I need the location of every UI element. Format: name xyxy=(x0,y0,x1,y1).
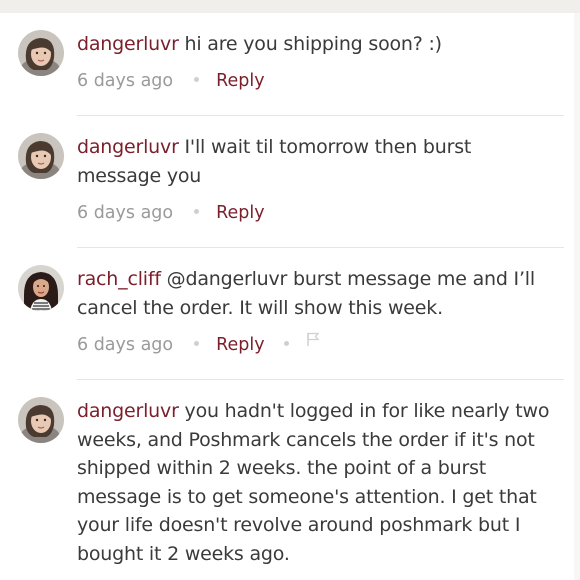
comment-username[interactable]: dangerluvr xyxy=(77,400,179,422)
avatar-photo xyxy=(18,265,64,311)
comment-text: rach_cliff @dangerluvr burst message me … xyxy=(77,265,557,322)
reply-link[interactable]: Reply xyxy=(216,335,264,355)
user-avatar[interactable] xyxy=(18,30,64,76)
divider xyxy=(77,379,564,380)
flag-icon[interactable] xyxy=(306,329,320,355)
avatar-photo xyxy=(18,30,64,76)
divider xyxy=(77,247,564,248)
comment-timestamp: 6 days ago xyxy=(77,71,174,91)
separator-dot xyxy=(194,340,200,346)
comment-meta: 6 days ago Reply xyxy=(77,332,320,358)
comment-username[interactable]: rach_cliff xyxy=(77,268,161,290)
divider xyxy=(77,115,564,116)
comment-username[interactable]: dangerluvr xyxy=(77,136,179,158)
comment-text: dangerluvr hi are you shipping soon? :) xyxy=(77,30,557,59)
user-avatar[interactable] xyxy=(18,133,64,179)
separator-dot xyxy=(194,208,200,214)
top-bar xyxy=(0,0,580,13)
comment-text: dangerluvr you hadn't logged in for like… xyxy=(77,397,557,568)
user-avatar[interactable] xyxy=(18,397,64,443)
comment-timestamp: 6 days ago xyxy=(77,335,174,355)
comment-message: you hadn't logged in for like nearly two… xyxy=(77,400,550,565)
comment-meta: 6 days ago Reply xyxy=(77,68,265,94)
comment-text: dangerluvr I'll wait til tomorrow then b… xyxy=(77,133,557,190)
separator-dot xyxy=(283,340,289,346)
avatar-photo xyxy=(18,397,64,443)
separator-dot xyxy=(194,76,200,82)
avatar-photo xyxy=(18,133,64,179)
comment-username[interactable]: dangerluvr xyxy=(77,33,179,55)
reply-link[interactable]: Reply xyxy=(216,71,264,91)
user-avatar[interactable] xyxy=(18,265,64,311)
comment-timestamp: 6 days ago xyxy=(77,203,174,223)
comments-list: dangerluvr hi are you shipping soon? :) … xyxy=(0,13,574,580)
comment-message: hi are you shipping soon? :) xyxy=(184,33,443,55)
reply-link[interactable]: Reply xyxy=(216,203,264,223)
comment-meta: 6 days ago Reply xyxy=(77,200,265,226)
